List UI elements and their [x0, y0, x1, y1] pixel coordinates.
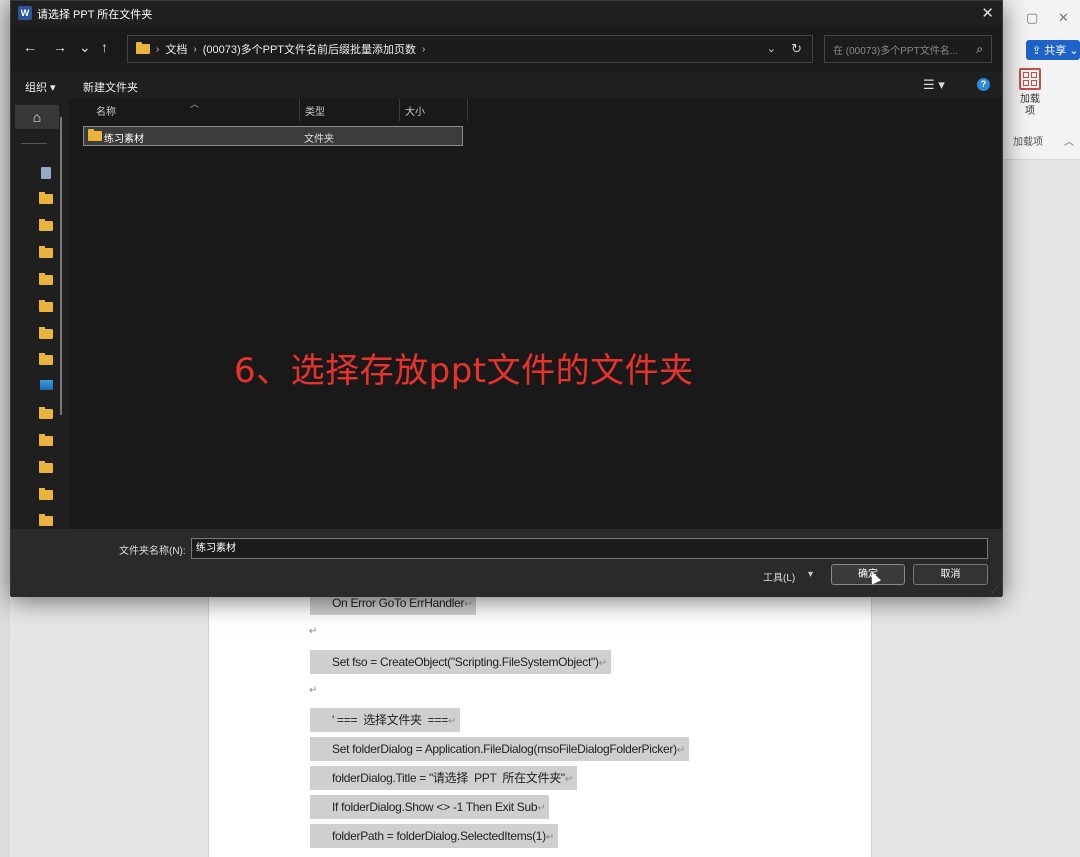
search-placeholder: 在 (00073)多个PPT文件名... [833, 45, 959, 57]
folder-picker-dialog: W 请选择 PPT 所在文件夹 ✕ ← → ⌄ ↑ › 文档 › (00073)… [10, 0, 1003, 597]
view-options-button[interactable]: ☰ ▾ [923, 77, 945, 93]
column-header-type[interactable]: 类型 [305, 103, 325, 118]
addin-group-label: 加载项 [1013, 137, 1043, 148]
file-type: 文件夹 [304, 134, 334, 145]
resize-grip-icon[interactable]: ⋰ [991, 585, 999, 594]
file-name: 练习素材 [104, 134, 144, 145]
folder-icon [136, 42, 150, 54]
navigation-pane: ⌂ [11, 99, 69, 529]
breadcrumb-current-folder[interactable]: (00073)多个PPT文件名前后缀批量添加页数 [203, 41, 416, 57]
code-line[interactable]: folderPath = folderDialog.SelectedItems(… [310, 824, 558, 848]
folder-icon[interactable] [39, 461, 53, 473]
word-left-edge [0, 0, 10, 857]
tools-button[interactable]: 工具(L) [763, 569, 795, 584]
code-line[interactable]: ' === 选择文件夹 ===↵ [310, 708, 461, 732]
folder-icon[interactable] [39, 434, 53, 446]
address-dropdown-icon[interactable]: ⌄ [767, 42, 776, 55]
paragraph-mark: ↵ [309, 685, 318, 696]
addin-button[interactable]: 加载项 [1012, 68, 1048, 118]
column-divider[interactable] [299, 99, 300, 121]
folder-icon[interactable] [39, 192, 53, 204]
close-button[interactable]: ✕ [981, 4, 994, 22]
back-button[interactable]: ← [23, 39, 37, 55]
forward-button[interactable]: → [53, 39, 67, 55]
address-bar[interactable]: › 文档 › (00073)多个PPT文件名前后缀批量添加页数 › ⌄ ↻ [127, 35, 813, 63]
tools-dropdown-icon[interactable]: ▾ [808, 569, 813, 580]
nav-scrollbar[interactable] [60, 117, 62, 415]
ribbon-collapse-icon[interactable]: ︿ [1064, 133, 1074, 148]
paragraph-mark: ↵ [309, 626, 318, 637]
dialog-titlebar[interactable]: W 请选择 PPT 所在文件夹 ✕ [11, 1, 1002, 25]
breadcrumb-separator[interactable]: › [156, 44, 159, 55]
search-icon: ⌕ [976, 42, 983, 56]
folder-icon[interactable] [39, 488, 53, 500]
folder-name-input[interactable]: 练习素材 [191, 538, 988, 559]
tutorial-annotation: 6、选择存放ppt文件的文件夹 [234, 351, 694, 391]
breadcrumb-documents[interactable]: 文档 [165, 41, 187, 57]
folder-icon [88, 129, 102, 141]
minimize-icon[interactable]: ▢ [1026, 10, 1038, 26]
navigation-bar: ← → ⌄ ↑ › 文档 › (00073)多个PPT文件名前后缀批量添加页数 … [11, 25, 1002, 71]
column-header-size[interactable]: 大小 [405, 103, 425, 118]
document-icon[interactable] [41, 167, 51, 179]
share-chevron-icon: ⌄ [1069, 44, 1079, 57]
up-button[interactable]: ↑ [101, 39, 108, 55]
search-input[interactable]: 在 (00073)多个PPT文件名... ⌕ [824, 35, 992, 63]
breadcrumb-separator[interactable]: › [422, 44, 425, 55]
pictures-icon[interactable] [40, 380, 53, 390]
folder-icon[interactable] [39, 327, 53, 339]
folder-icon[interactable] [39, 514, 53, 526]
close-window-icon[interactable]: ✕ [1058, 10, 1069, 26]
organize-button[interactable]: 组织 ▾ [25, 79, 56, 95]
new-folder-button[interactable]: 新建文件夹 [83, 79, 138, 95]
folder-icon[interactable] [39, 273, 53, 285]
nav-divider [21, 143, 47, 144]
code-line[interactable]: folderDialog.Title = "请选择 PPT 所在文件夹"↵ [310, 766, 577, 790]
code-line[interactable]: Set folderDialog = Application.FileDialo… [310, 737, 689, 761]
file-list: ︿ 名称 类型 大小 练习素材 文件夹 6、选择存放ppt文件的文件夹 [69, 99, 1002, 529]
folder-icon[interactable] [39, 219, 53, 231]
command-toolbar: 组织 ▾ 新建文件夹 ☰ ▾ ? [11, 71, 1002, 99]
sort-ascending-icon: ︿ [190, 99, 200, 109]
code-line[interactable]: Set fso = CreateObject("Scripting.FileSy… [310, 650, 611, 674]
help-icon[interactable]: ? [977, 78, 990, 91]
breadcrumb-separator[interactable]: › [193, 44, 196, 55]
column-divider[interactable] [399, 99, 400, 121]
word-app-icon: W [18, 6, 32, 20]
refresh-icon[interactable]: ↻ [791, 41, 802, 57]
code-line[interactable]: If folderDialog.Show <> -1 Then Exit Sub… [310, 795, 550, 819]
addin-icon [1019, 68, 1041, 90]
dialog-footer: 文件夹名称(N): 练习素材 工具(L) ▾ 确定 取消 ⋰ [11, 529, 1002, 597]
share-button[interactable]: ⇪ 共享 ⌄ [1026, 40, 1080, 60]
folder-icon[interactable] [39, 407, 53, 419]
folder-icon[interactable] [39, 300, 53, 312]
addin-label: 加载项 [1020, 94, 1040, 117]
folder-icon[interactable] [39, 353, 53, 365]
column-divider[interactable] [467, 99, 468, 121]
home-icon[interactable]: ⌂ [15, 105, 59, 129]
file-row[interactable]: 练习素材 文件夹 [83, 126, 463, 146]
share-icon: ⇪ [1032, 44, 1042, 57]
column-header-name[interactable]: 名称 [96, 103, 116, 118]
cancel-button[interactable]: 取消 [913, 564, 988, 585]
share-label: 共享 [1044, 45, 1067, 57]
dialog-title: 请选择 PPT 所在文件夹 [37, 9, 153, 21]
folder-icon[interactable] [39, 246, 53, 258]
recent-locations-button[interactable]: ⌄ [79, 39, 91, 56]
folder-name-label: 文件夹名称(N): [119, 546, 186, 557]
